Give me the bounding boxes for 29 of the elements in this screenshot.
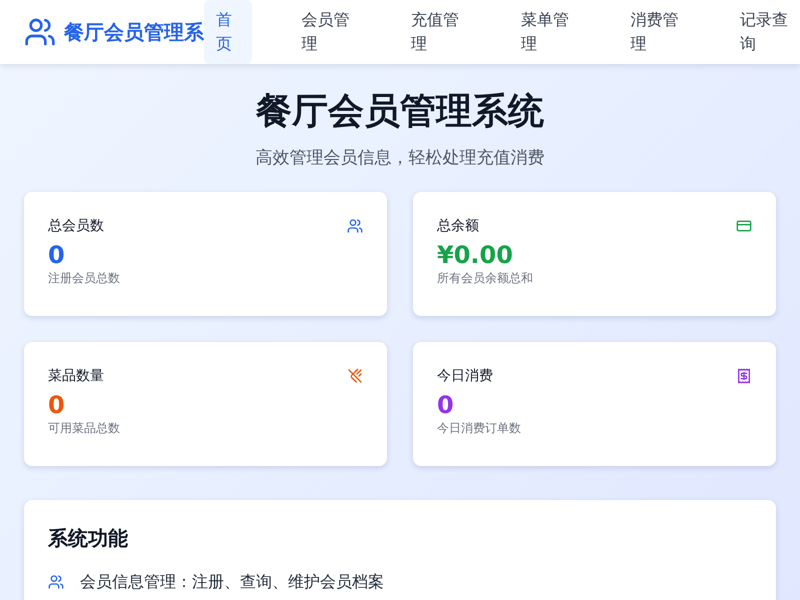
nav-tab[interactable]: 菜单管理: [508, 0, 581, 64]
page-title: 餐厅会员管理系统: [254, 90, 545, 134]
section-title: 系统功能: [48, 525, 129, 552]
users-icon: [347, 218, 363, 234]
app-title: 餐厅会员管理系: [64, 18, 204, 46]
nav-tab[interactable]: 会员管理: [290, 0, 362, 64]
users-icon: [24, 16, 56, 48]
nav-tab[interactable]: 首页: [204, 0, 252, 64]
stat-label: 总会员数: [48, 217, 104, 236]
users-icon: [48, 574, 64, 590]
stat-label: 总余额: [437, 217, 479, 236]
stat-value: 0: [437, 390, 455, 420]
stat-caption: 今日消费订单数: [437, 420, 522, 436]
nav-tab[interactable]: 充值管理: [399, 0, 472, 64]
stat-caption: 所有会员余额总和: [437, 270, 534, 286]
stat-value: ¥0.00: [437, 240, 514, 270]
stat-value: 0: [48, 390, 66, 420]
receipt-icon: [736, 368, 752, 384]
utensils-icon: [347, 368, 363, 384]
feature-text: 会员信息管理：注册、查询、维护会员档案: [80, 571, 384, 593]
credit-card-icon: [736, 218, 752, 234]
stat-label: 菜品数量: [48, 367, 104, 386]
stat-caption: 注册会员总数: [48, 270, 121, 286]
nav-tab[interactable]: 消费管理: [618, 0, 690, 64]
stat-label: 今日消费: [437, 367, 493, 386]
nav-tab[interactable]: 记录查询: [728, 0, 800, 64]
stat-caption: 可用菜品总数: [48, 420, 121, 436]
page-subtitle: 高效管理会员信息，轻松处理充值消费: [254, 147, 546, 170]
stat-value: 0: [48, 240, 66, 270]
